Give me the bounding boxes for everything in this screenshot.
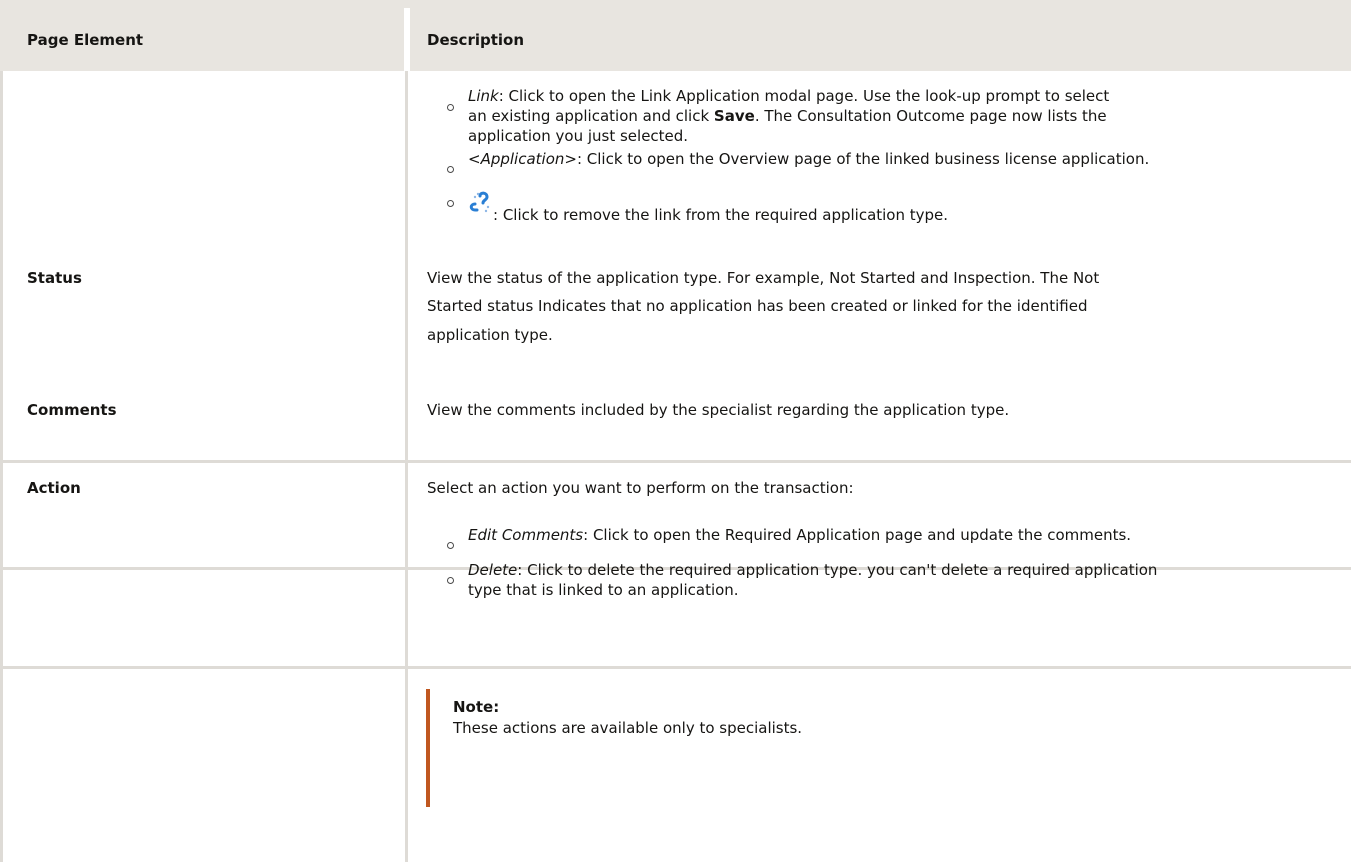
row-label-comments: Comments	[27, 401, 117, 419]
row-label-action: Action	[27, 479, 81, 497]
list-item-cont: type that is linked to an application.	[468, 581, 739, 599]
term-delete: Delete	[468, 561, 518, 579]
properties-table: Page Element Description Link: Click to …	[0, 0, 1351, 862]
list-item: Delete: Click to delete the required app…	[468, 561, 1158, 579]
comments-desc: View the comments included by the specia…	[427, 401, 1010, 419]
term-edit-comments: Edit Comments	[468, 526, 584, 544]
note-title: Note:	[453, 698, 500, 716]
list-item-cont: application you just selected.	[468, 127, 689, 145]
note-text: These actions are available only to spec…	[453, 719, 803, 737]
row-divider	[0, 666, 1351, 669]
status-desc-line: application type.	[427, 326, 553, 344]
list-item-cont: an existing application and click Save. …	[468, 107, 1107, 125]
row-divider	[0, 460, 1351, 463]
note-accent-bar	[426, 689, 430, 807]
list-item: Link: Click to open the Link Application…	[468, 87, 1110, 105]
bullet-marker	[447, 200, 454, 207]
header-divider	[404, 8, 410, 71]
bullet-marker	[447, 104, 454, 111]
column-divider	[405, 71, 408, 862]
status-desc-line: Started status Indicates that no applica…	[427, 297, 1088, 315]
bullet-marker	[447, 577, 454, 584]
table-header	[0, 0, 1351, 71]
list-item: <Application>: Click to open the Overvie…	[468, 150, 1150, 168]
left-border	[0, 71, 3, 862]
header-description: Description	[427, 31, 525, 49]
bullet-marker	[447, 542, 454, 549]
status-desc-line: View the status of the application type.…	[427, 269, 1100, 287]
term-link: Link	[468, 87, 499, 105]
row-label-status: Status	[27, 269, 82, 287]
save-term: Save	[713, 107, 755, 125]
unlink-icon	[466, 190, 492, 218]
term-application: <Application>	[468, 150, 577, 168]
list-item: Edit Comments: Click to open the Require…	[468, 526, 1132, 544]
list-item: : Click to remove the link from the requ…	[493, 206, 949, 224]
bullet-marker	[447, 166, 454, 173]
action-intro: Select an action you want to perform on …	[427, 479, 854, 497]
header-page-element: Page Element	[27, 31, 144, 49]
